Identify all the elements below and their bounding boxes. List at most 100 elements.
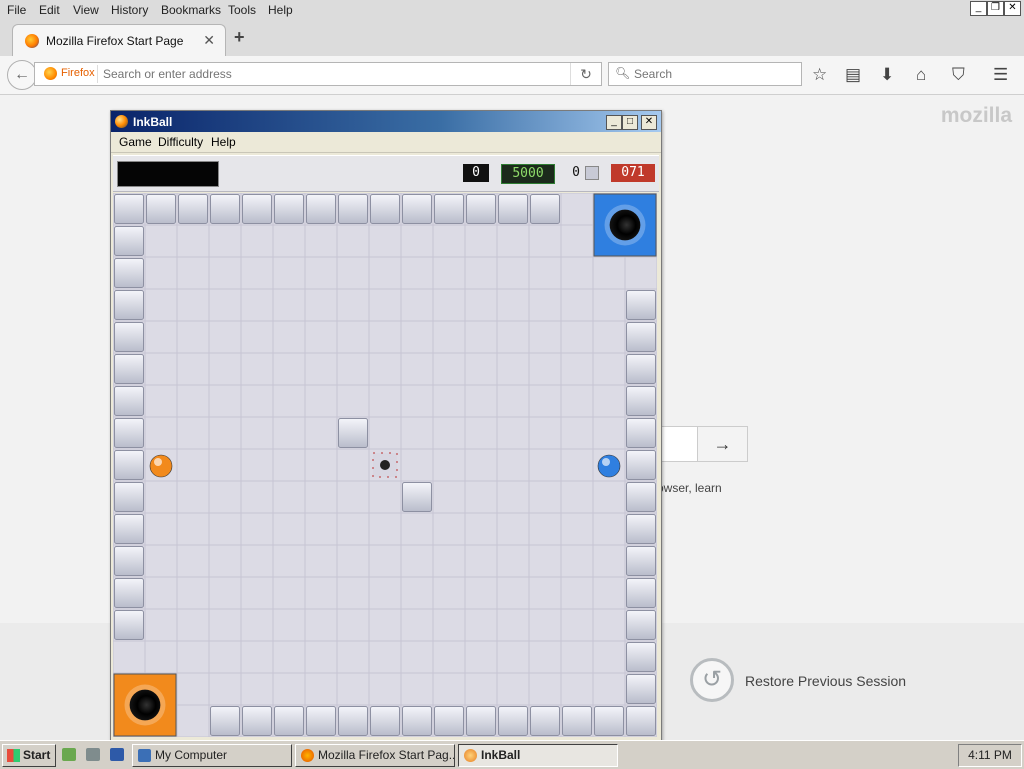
inkball-app-icon <box>115 115 128 128</box>
menu-tools[interactable]: Tools <box>228 3 256 17</box>
wall-block <box>210 194 240 224</box>
start-page-search-field[interactable] <box>657 426 698 462</box>
address-bar[interactable]: Firefox ↻ <box>34 62 602 86</box>
wall-block <box>530 194 560 224</box>
menu-bookmarks[interactable]: Bookmarks <box>161 3 221 17</box>
menu-game[interactable]: Game <box>119 135 152 149</box>
wall-block <box>114 258 144 288</box>
wall-block <box>434 194 464 224</box>
hamburger-menu-icon[interactable]: ☰ <box>993 65 1008 85</box>
wall-block <box>210 706 240 736</box>
wall-block <box>306 194 336 224</box>
windows-flag-icon <box>7 749 20 762</box>
wall-block <box>626 674 656 704</box>
wall-block <box>114 322 144 352</box>
menu-file[interactable]: File <box>7 3 26 17</box>
pocket-icon[interactable]: ⛉ <box>952 65 965 85</box>
search-bar[interactable]: 🔍︎ <box>608 62 802 86</box>
wall-block <box>402 706 432 736</box>
restore-session-icon[interactable]: ↺ <box>690 658 734 702</box>
wall-block <box>114 194 144 224</box>
minimize-window-button[interactable]: _ <box>970 1 987 16</box>
wall-block <box>114 386 144 416</box>
search-input[interactable] <box>632 66 796 82</box>
wall-block <box>626 578 656 608</box>
start-button[interactable]: Start <box>2 744 56 767</box>
orange-ball <box>149 454 173 478</box>
close-tab-icon[interactable]: ✕ <box>203 32 215 49</box>
quicklaunch-explorer-icon[interactable] <box>110 748 124 761</box>
wall-block <box>338 418 368 448</box>
wall-block <box>626 418 656 448</box>
wall-block <box>562 706 592 736</box>
wall-block <box>242 706 272 736</box>
wall-block <box>242 194 272 224</box>
back-arrow-icon[interactable]: ← <box>7 60 37 90</box>
level-display <box>117 161 219 187</box>
wall-block <box>114 610 144 640</box>
search-go-arrow-icon[interactable]: → <box>697 426 748 462</box>
tab-start-page[interactable]: Mozilla Firefox Start Page ✕ <box>12 24 226 57</box>
taskbar-inkball[interactable]: InkBall <box>458 744 618 767</box>
tab-strip: Mozilla Firefox Start Page ✕ + <box>0 20 1024 57</box>
wall-block <box>626 290 656 320</box>
inkball-titlebar[interactable]: InkBall _ □ ✕ <box>111 111 661 132</box>
show-desktop-icon[interactable] <box>62 748 76 761</box>
identity-icon[interactable] <box>44 67 57 80</box>
reload-icon[interactable]: ↻ <box>570 63 601 85</box>
wall-block <box>114 226 144 256</box>
wall-block <box>306 706 336 736</box>
wall-block <box>274 706 304 736</box>
home-icon[interactable]: ⌂ <box>916 65 926 85</box>
wall-block <box>370 194 400 224</box>
blue-ball <box>597 454 621 478</box>
taskbar-my-computer[interactable]: My Computer <box>132 744 292 767</box>
game-board-canvas[interactable] <box>113 193 657 737</box>
balls-remaining-count: 0 <box>572 165 580 180</box>
restore-window-button[interactable]: ❐ <box>987 1 1004 16</box>
inkball-maximize-button[interactable]: □ <box>622 115 638 130</box>
blue-hole-center <box>609 209 641 241</box>
new-tab-plus-icon[interactable]: + <box>234 27 245 48</box>
wall-block <box>114 450 144 480</box>
quicklaunch-app-icon[interactable] <box>86 748 100 761</box>
close-window-button[interactable]: ✕ <box>1004 1 1021 16</box>
wall-block <box>626 322 656 352</box>
bookmarks-menu-icon[interactable]: ▤ <box>845 65 861 85</box>
wall-block <box>402 482 432 512</box>
windows-taskbar: Start My Computer Mozilla Firefox Start … <box>0 740 1024 769</box>
wall-block <box>146 194 176 224</box>
menu-difficulty[interactable]: Difficulty <box>158 135 203 149</box>
identity-label[interactable]: Firefox <box>61 67 95 79</box>
wall-block <box>626 450 656 480</box>
wall-block <box>114 354 144 384</box>
menu-help[interactable]: Help <box>268 3 293 17</box>
wall-block <box>338 194 368 224</box>
wall-block <box>626 482 656 512</box>
inkball-minimize-button[interactable]: _ <box>606 115 622 130</box>
bookmark-star-icon[interactable]: ☆ <box>812 65 827 85</box>
wall-block <box>466 706 496 736</box>
wall-block <box>626 354 656 384</box>
taskbar-label: Mozilla Firefox Start Pag... <box>318 748 455 762</box>
ball-queue-icon <box>585 166 599 180</box>
address-input[interactable] <box>101 66 565 82</box>
wall-block <box>178 194 208 224</box>
potential-score-display: 5000 <box>501 164 555 184</box>
learn-more-text: owser, learn <box>657 481 722 495</box>
menu-history[interactable]: History <box>111 3 148 17</box>
inkball-close-button[interactable]: ✕ <box>641 115 657 130</box>
downloads-icon[interactable]: ⬇ <box>880 65 894 85</box>
wall-block <box>626 706 656 736</box>
game-board[interactable] <box>113 193 657 737</box>
restore-session-button[interactable]: Restore Previous Session <box>745 673 906 689</box>
inkball-menubar: Game Difficulty Help <box>111 132 661 153</box>
search-icon: 🔍︎ <box>615 66 631 80</box>
taskbar-firefox[interactable]: Mozilla Firefox Start Pag... <box>295 744 455 767</box>
menu-view[interactable]: View <box>73 3 99 17</box>
menu-inkball-help[interactable]: Help <box>211 135 236 149</box>
menu-edit[interactable]: Edit <box>39 3 60 17</box>
orange-hole-center <box>129 689 161 721</box>
start-label: Start <box>23 748 51 762</box>
score-panel: 0 5000 0 071 <box>113 155 659 192</box>
